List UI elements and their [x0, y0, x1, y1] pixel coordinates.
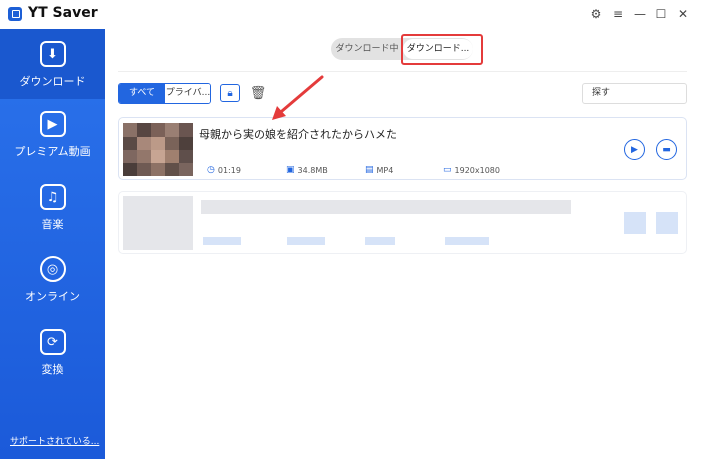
- annotation-arrow: [272, 75, 324, 120]
